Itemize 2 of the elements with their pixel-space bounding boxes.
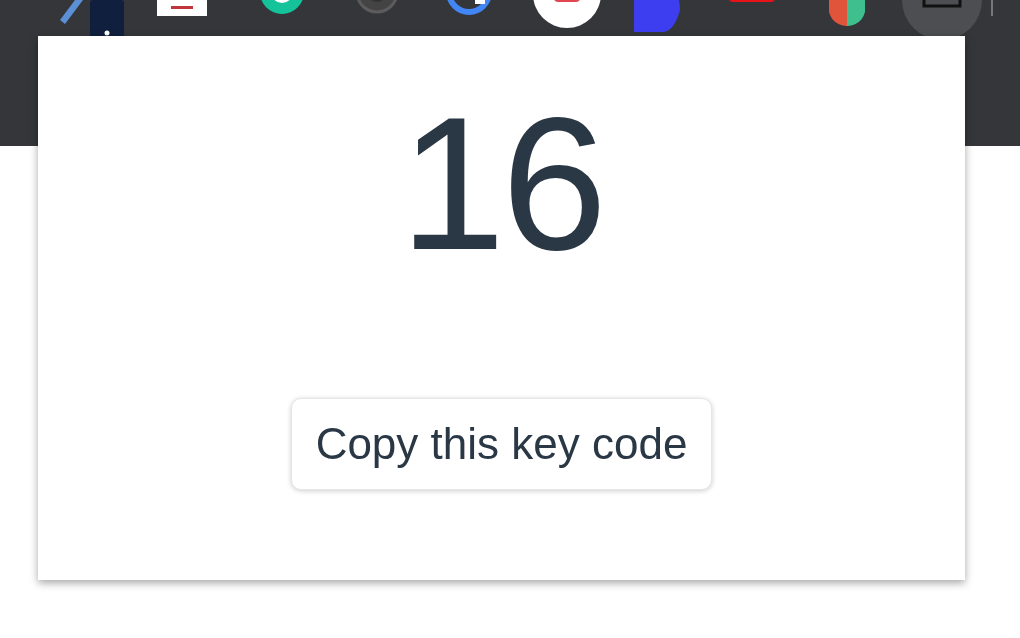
key-code: 16 — [399, 88, 604, 278]
copy-button[interactable]: Copy this key code — [290, 398, 713, 490]
